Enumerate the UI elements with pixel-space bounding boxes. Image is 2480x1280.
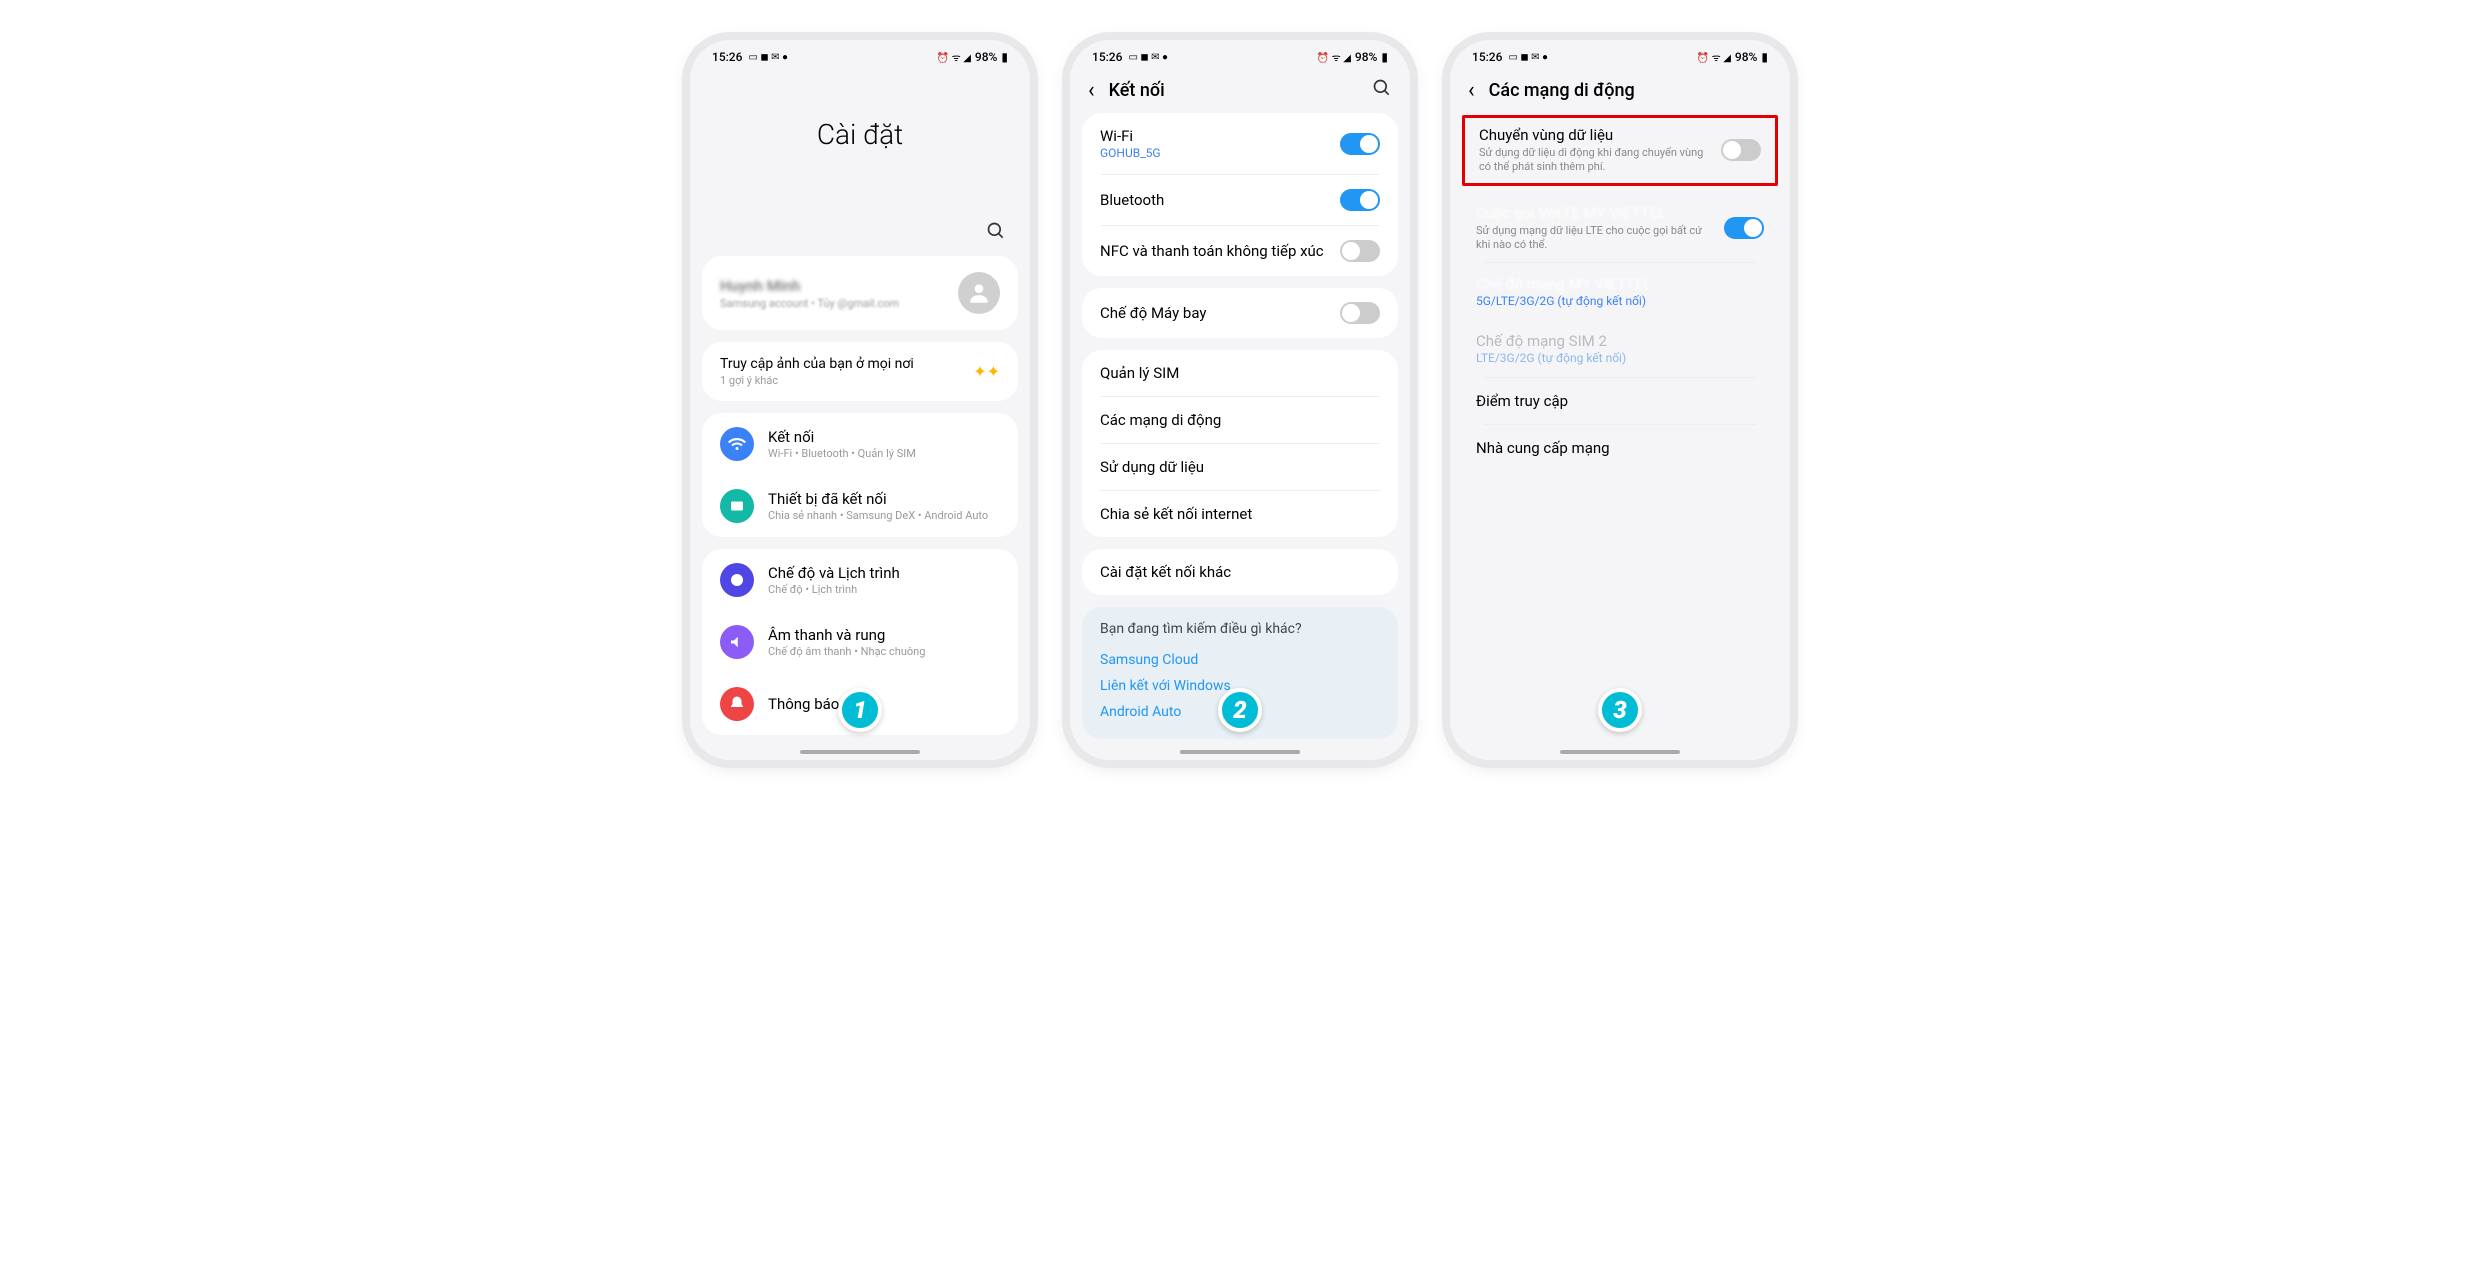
notification-icon xyxy=(720,687,754,721)
home-indicator[interactable] xyxy=(800,750,920,754)
status-left-icons: ▭ ◼ ✉ ● xyxy=(1508,52,1548,63)
carrier-row[interactable]: Nhà cung cấp mạng xyxy=(1466,425,1774,471)
phone-mockup-3: 15:26 ▭ ◼ ✉ ● ⏰ ᯤ ◢ 98% ▮ ‹ Các mạng di … xyxy=(1450,40,1790,760)
devices-icon xyxy=(720,489,754,523)
step-badge-1: 1 xyxy=(838,688,882,732)
settings-row-connections[interactable]: Kết nối Wi-Fi • Bluetooth • Quản lý SIM xyxy=(702,413,1018,475)
other-link-cloud[interactable]: Samsung Cloud xyxy=(1100,647,1380,673)
step-badge-3: 3 xyxy=(1598,688,1642,732)
bluetooth-row[interactable]: Bluetooth xyxy=(1082,175,1398,225)
status-right-icons: ⏰ ᯤ ◢ xyxy=(1697,50,1731,64)
suggestion-card[interactable]: Truy cập ảnh của bạn ở mọi nơi 1 gợi ý k… xyxy=(702,342,1018,401)
wifi-row[interactable]: Wi-Fi GOHUB_5G xyxy=(1082,113,1398,174)
page-title: Các mạng di động xyxy=(1489,80,1772,101)
account-card[interactable]: Huynh Minh Samsung account • Tủy @gmail.… xyxy=(702,256,1018,330)
volte-toggle[interactable] xyxy=(1724,217,1764,239)
status-bar: 15:26 ▭ ◼ ✉ ● ⏰ ᯤ ◢ 98% ▮ xyxy=(1450,40,1790,68)
roaming-row[interactable]: Chuyển vùng dữ liệu Sử dụng dữ liệu di đ… xyxy=(1479,126,1761,175)
battery-icon: ▮ xyxy=(1001,50,1008,64)
status-right-icons: ⏰ ᯤ ◢ xyxy=(937,50,971,64)
status-battery: 98% xyxy=(1355,50,1377,64)
roaming-toggle[interactable] xyxy=(1721,139,1761,161)
apn-row[interactable]: Điểm truy cập xyxy=(1466,378,1774,424)
settings-row-devices[interactable]: Thiết bị đã kết nối Chia sẻ nhanh • Sams… xyxy=(702,475,1018,537)
home-indicator[interactable] xyxy=(1560,750,1680,754)
phone-mockup-1: 15:26 ▭ ◼ ✉ ● ⏰ ᯤ ◢ 98% ▮ Cài đặt Huynh … xyxy=(690,40,1030,760)
airplane-toggle[interactable] xyxy=(1340,302,1380,324)
wifi-toggle[interactable] xyxy=(1340,133,1380,155)
highlighted-roaming: Chuyển vùng dữ liệu Sử dụng dữ liệu di đ… xyxy=(1462,115,1778,186)
step-badge-2: 2 xyxy=(1218,688,1262,732)
status-bar: 15:26 ▭ ◼ ✉ ● ⏰ ᯤ ◢ 98% ▮ xyxy=(1070,40,1410,68)
wifi-icon xyxy=(720,427,754,461)
home-indicator[interactable] xyxy=(1180,750,1300,754)
status-battery: 98% xyxy=(975,50,997,64)
avatar-icon xyxy=(958,272,1000,314)
status-battery: 98% xyxy=(1735,50,1757,64)
account-name: Huynh Minh xyxy=(720,277,946,295)
phone-mockup-2: 15:26 ▭ ◼ ✉ ● ⏰ ᯤ ◢ 98% ▮ ‹ Kết nối Wi-F… xyxy=(1070,40,1410,760)
status-time: 15:26 xyxy=(1092,50,1122,64)
battery-icon: ▮ xyxy=(1761,50,1768,64)
status-bar: 15:26 ▭ ◼ ✉ ● ⏰ ᯤ ◢ 98% ▮ xyxy=(690,40,1030,68)
volte-row[interactable]: Cuộc gọi VoLTE MY VIETTEL Sử dụng mạng d… xyxy=(1466,194,1774,263)
sound-icon xyxy=(720,625,754,659)
nfc-row[interactable]: NFC và thanh toán không tiếp xúc xyxy=(1082,226,1398,276)
sparkle-icon: ✦✦ xyxy=(973,362,1000,381)
search-icon[interactable] xyxy=(986,221,1006,246)
more-settings-row[interactable]: Cài đặt kết nối khác xyxy=(1082,549,1398,595)
data-usage-row[interactable]: Sử dụng dữ liệu xyxy=(1082,444,1398,490)
status-time: 15:26 xyxy=(712,50,742,64)
page-title: Kết nối xyxy=(1109,80,1358,101)
network-mode-1-row[interactable]: Chế độ mạng MY VIETTEL 5G/LTE/3G/2G (tự … xyxy=(1466,263,1774,320)
battery-icon: ▮ xyxy=(1381,50,1388,64)
suggestion-sub: 1 gợi ý khác xyxy=(720,374,914,387)
network-mode-2-row[interactable]: Chế độ mạng SIM 2 LTE/3G/2G (tự động kết… xyxy=(1466,320,1774,377)
airplane-row[interactable]: Chế độ Máy bay xyxy=(1082,288,1398,338)
settings-row-modes[interactable]: Chế độ và Lịch trình Chế độ • Lịch trình xyxy=(702,549,1018,611)
back-icon[interactable]: ‹ xyxy=(1088,78,1095,103)
page-title: Cài đặt xyxy=(690,118,1030,151)
back-icon[interactable]: ‹ xyxy=(1468,78,1475,103)
sim-row[interactable]: Quản lý SIM xyxy=(1082,350,1398,396)
settings-row-sound[interactable]: Âm thanh và rung Chế độ âm thanh • Nhạc … xyxy=(702,611,1018,673)
status-time: 15:26 xyxy=(1472,50,1502,64)
mobile-networks-row[interactable]: Các mạng di động xyxy=(1082,397,1398,443)
other-title: Bạn đang tìm kiếm điều gì khác? xyxy=(1100,621,1380,637)
suggestion-title: Truy cập ảnh của bạn ở mọi nơi xyxy=(720,356,914,372)
status-left-icons: ▭ ◼ ✉ ● xyxy=(1128,52,1168,63)
status-left-icons: ▭ ◼ ✉ ● xyxy=(748,52,788,63)
modes-icon xyxy=(720,563,754,597)
search-icon[interactable] xyxy=(1372,78,1392,103)
bluetooth-toggle[interactable] xyxy=(1340,189,1380,211)
hotspot-row[interactable]: Chia sẻ kết nối internet xyxy=(1082,491,1398,537)
status-right-icons: ⏰ ᯤ ◢ xyxy=(1317,50,1351,64)
nfc-toggle[interactable] xyxy=(1340,240,1380,262)
